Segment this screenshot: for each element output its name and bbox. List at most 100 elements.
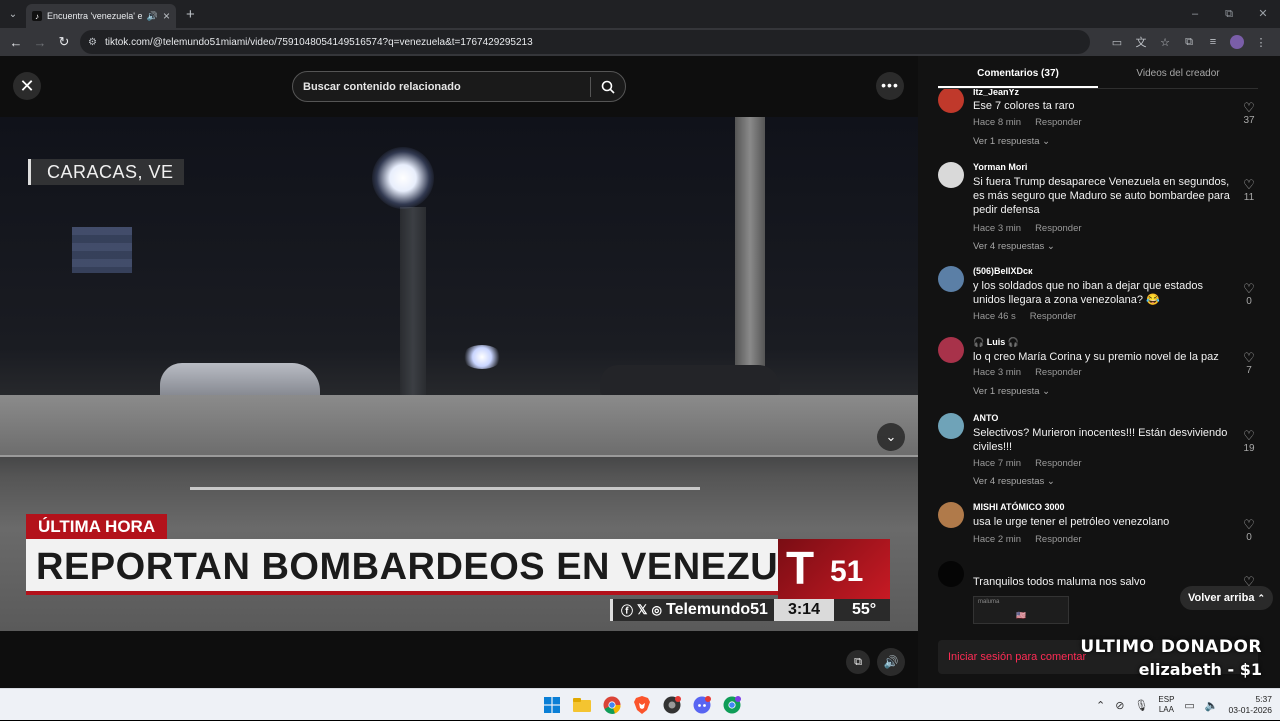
- next-video-button[interactable]: ⌄: [877, 423, 905, 451]
- comment-image[interactable]: maluma 🇺🇸: [973, 596, 1069, 624]
- forward-icon[interactable]: →: [28, 35, 52, 50]
- heart-icon[interactable]: ♡: [1234, 351, 1264, 365]
- browser-tab[interactable]: ♪ Encuentra 'venezuela' en TikTok 🔊 ×: [26, 4, 176, 28]
- clock-time: 5:37: [1255, 694, 1272, 704]
- comment-item: MISHI ATÓMICO 3000 usa le urge tener el …: [938, 502, 1268, 558]
- like-button[interactable]: ♡ 37: [1234, 101, 1264, 127]
- heart-icon[interactable]: ♡: [1234, 518, 1264, 532]
- logo-number: 51: [830, 555, 864, 588]
- tab-comments[interactable]: Comentarios (37): [938, 56, 1098, 88]
- picture-in-picture-icon[interactable]: ⧉: [846, 650, 870, 674]
- back-icon[interactable]: ←: [4, 35, 28, 50]
- broadcast-time: 3:14: [773, 599, 834, 621]
- comment-username[interactable]: 🎧 Luis 🎧: [973, 337, 1019, 348]
- taskbar-apps: [540, 693, 744, 717]
- view-replies-button[interactable]: Ver 4 respuestas ⌄: [973, 241, 1055, 252]
- tray-overflow-icon[interactable]: ⌃: [1096, 699, 1105, 712]
- more-options-button[interactable]: •••: [876, 72, 904, 100]
- avatar[interactable]: [938, 162, 964, 188]
- file-explorer-icon[interactable]: [570, 693, 594, 717]
- like-button[interactable]: ♡ 11: [1234, 178, 1264, 204]
- comment-text: lo q creo María Corina y su premio novel…: [973, 351, 1219, 363]
- comment-username[interactable]: ANTO: [973, 413, 998, 423]
- comment-text: Selectivos? Murieron inocentes!!! Están …: [973, 427, 1228, 453]
- site-info-icon[interactable]: ⚙: [88, 37, 97, 48]
- address-bar[interactable]: ⚙ tiktok.com/@telemundo51miami/video/759…: [80, 30, 1090, 54]
- close-video-button[interactable]: ✕: [13, 72, 41, 100]
- view-replies-button[interactable]: Ver 1 respuesta ⌄: [973, 386, 1050, 397]
- back-to-top-label[interactable]: Volver arriba: [1188, 592, 1254, 604]
- comment-list[interactable]: Itz_JeanYz Ese 7 colores ta raro Hace 8 …: [918, 89, 1280, 624]
- volume-tray-icon[interactable]: 🔈: [1205, 699, 1219, 712]
- reply-button[interactable]: Responder: [1035, 458, 1081, 469]
- language-indicator[interactable]: ESP LAA: [1158, 695, 1174, 715]
- street-pole: [735, 117, 765, 407]
- restore-button[interactable]: ⧉: [1212, 0, 1246, 28]
- comment-item: (506)BellXDcк y los soldados que no iban…: [938, 266, 1268, 332]
- heart-icon[interactable]: ♡: [1234, 101, 1264, 115]
- microphone-icon[interactable]: 🎙: [1134, 699, 1148, 712]
- profile-avatar[interactable]: [1230, 35, 1244, 49]
- url-text[interactable]: tiktok.com/@telemundo51miami/video/75910…: [105, 37, 533, 48]
- translate-icon[interactable]: 文: [1130, 34, 1152, 50]
- us-flag-icon: 🇺🇸: [1016, 611, 1026, 620]
- avatar[interactable]: [938, 502, 964, 528]
- chrome-icon[interactable]: [600, 693, 624, 717]
- like-button[interactable]: ♡ 19: [1234, 429, 1264, 455]
- like-button[interactable]: ♡ 0: [1234, 518, 1264, 544]
- comment-username[interactable]: Yorman Mori: [973, 162, 1027, 172]
- window-close-button[interactable]: ✕: [1246, 0, 1280, 28]
- reply-button[interactable]: Responder: [1035, 223, 1081, 234]
- tab-creator-videos[interactable]: Videos del creador: [1098, 56, 1258, 88]
- windows-start-icon[interactable]: [540, 693, 564, 717]
- system-clock[interactable]: 5:37 03-01-2026: [1229, 694, 1272, 716]
- related-search-input[interactable]: Buscar contenido relacionado: [292, 71, 626, 102]
- search-placeholder[interactable]: Buscar contenido relacionado: [303, 81, 590, 93]
- like-button[interactable]: ♡ 0: [1234, 282, 1264, 308]
- comment-username[interactable]: Itz_JeanYz: [973, 89, 1019, 97]
- chrome-profile-icon[interactable]: [660, 693, 684, 717]
- wifi-icon[interactable]: ▭: [1184, 699, 1194, 712]
- chrome-alt-icon[interactable]: [720, 693, 744, 717]
- back-to-top-button[interactable]: Volver arriba ⌃: [1180, 586, 1274, 610]
- comment-time: Hace 3 min: [973, 223, 1022, 234]
- cast-icon[interactable]: ▭: [1106, 36, 1128, 49]
- reply-button[interactable]: Responder: [1035, 367, 1081, 378]
- extensions-icon[interactable]: ⧉: [1178, 36, 1200, 49]
- avatar[interactable]: [938, 413, 964, 439]
- volume-icon[interactable]: 🔊: [877, 648, 905, 676]
- comment-username[interactable]: MISHI ATÓMICO 3000: [973, 502, 1065, 512]
- reply-button[interactable]: Responder: [1035, 534, 1081, 545]
- reload-icon[interactable]: ↻: [52, 34, 76, 50]
- network-icon[interactable]: ⊘: [1115, 699, 1124, 712]
- search-icon[interactable]: [591, 80, 625, 94]
- reply-button[interactable]: Responder: [1035, 117, 1081, 128]
- video-player[interactable]: CARACAS, VE ÚLTIMA HORA REPORTAN BOMBARD…: [0, 117, 918, 631]
- view-replies-button[interactable]: Ver 1 respuesta ⌄: [973, 136, 1050, 147]
- avatar[interactable]: [938, 89, 964, 113]
- heart-icon[interactable]: ♡: [1234, 429, 1264, 443]
- avatar[interactable]: [938, 337, 964, 363]
- view-replies-button[interactable]: Ver 4 respuestas ⌄: [973, 476, 1055, 487]
- speaker-icon[interactable]: 🔊: [147, 11, 158, 22]
- brave-icon[interactable]: [630, 693, 654, 717]
- minimize-button[interactable]: –: [1178, 0, 1212, 28]
- heart-icon[interactable]: ♡: [1234, 178, 1264, 192]
- car-shape: [600, 365, 780, 395]
- tab-close-icon[interactable]: ×: [163, 9, 170, 23]
- comment-username[interactable]: (506)BellXDcк: [973, 266, 1033, 276]
- avatar[interactable]: [938, 266, 964, 292]
- comment-text: Si fuera Trump desaparece Venezuela en s…: [973, 176, 1230, 216]
- chevron-up-icon[interactable]: ⌃: [1258, 593, 1266, 603]
- reply-button[interactable]: Responder: [1030, 311, 1076, 322]
- comment-meta: Hace 3 min Responder: [973, 367, 1096, 378]
- reading-list-icon[interactable]: ≡: [1202, 36, 1224, 48]
- avatar[interactable]: [938, 561, 964, 587]
- tab-search-button[interactable]: ⌄: [0, 0, 26, 28]
- new-tab-button[interactable]: +: [186, 6, 195, 23]
- browser-menu-icon[interactable]: ⋮: [1250, 36, 1272, 49]
- bookmark-star-icon[interactable]: ☆: [1154, 36, 1176, 49]
- heart-icon[interactable]: ♡: [1234, 282, 1264, 296]
- discord-icon[interactable]: [690, 693, 714, 717]
- like-button[interactable]: ♡ 7: [1234, 351, 1264, 377]
